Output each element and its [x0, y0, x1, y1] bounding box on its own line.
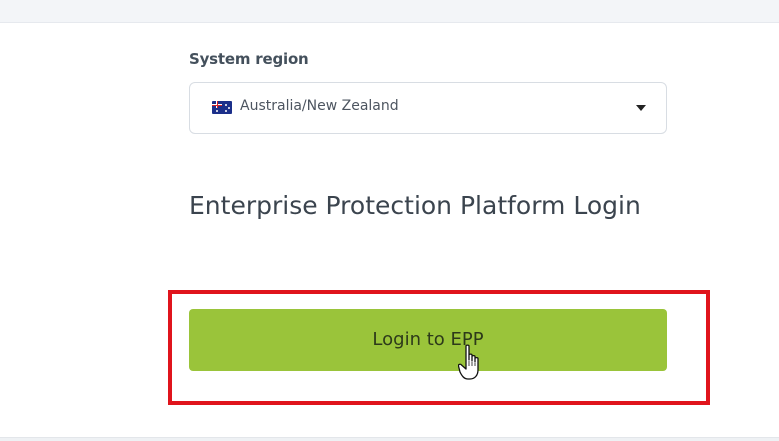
top-band	[0, 0, 779, 23]
region-selected-value: Australia/New Zealand	[240, 98, 399, 114]
login-button[interactable]: Login to EPP	[189, 309, 667, 371]
page: System region Australia/New Zealand Ente…	[0, 0, 779, 441]
caret-down-icon[interactable]	[636, 105, 646, 111]
region-label: System region	[189, 50, 309, 68]
australia-flag-icon	[212, 101, 232, 114]
hand-pointer-icon	[458, 344, 479, 380]
page-title: Enterprise Protection Platform Login	[189, 191, 641, 220]
bottom-divider	[0, 437, 779, 441]
region-select[interactable]: Australia/New Zealand	[189, 82, 667, 134]
